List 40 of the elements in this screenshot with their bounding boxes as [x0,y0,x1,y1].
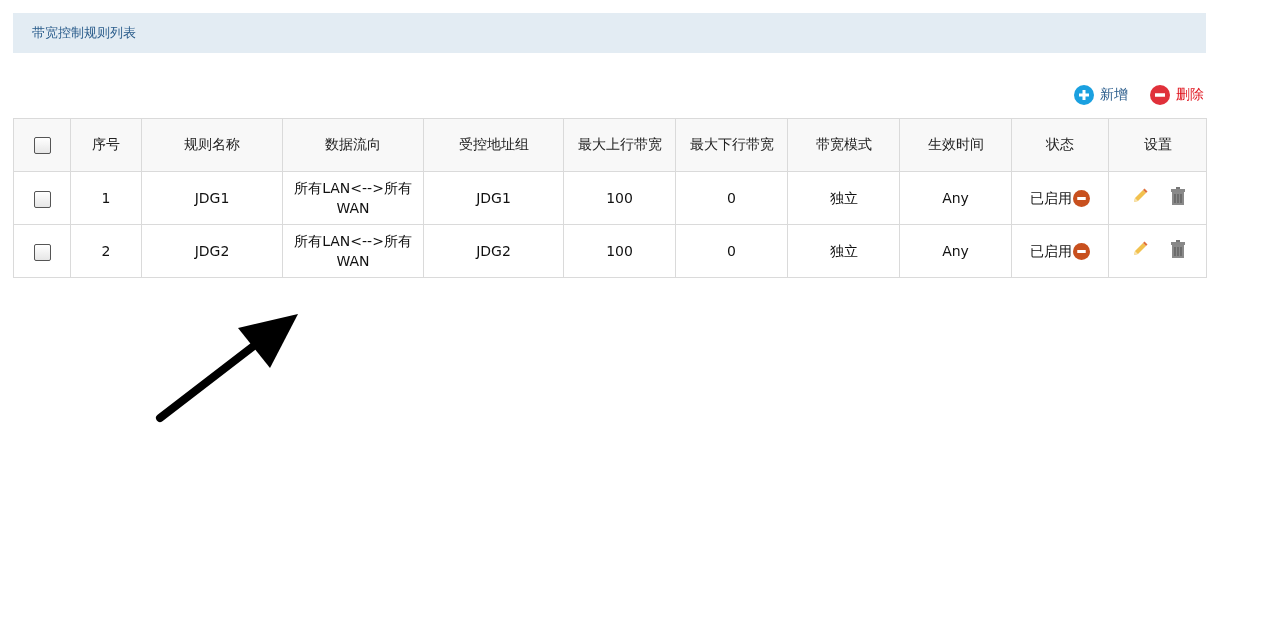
table-cell: JDG1 [423,171,564,225]
trash-icon[interactable] [1170,239,1185,258]
column-header: 带宽模式 [787,118,900,172]
table-cell: JDG2 [423,224,564,278]
minus-circle-icon [1073,242,1090,260]
table-cell: 独立 [787,171,900,225]
plus-circle-icon [1074,85,1094,105]
column-header: 规则名称 [141,118,283,172]
table-cell: JDG2 [141,224,283,278]
column-header: 状态 [1011,118,1109,172]
delete-button[interactable]: 删除 [1150,85,1204,105]
select-all-checkbox[interactable] [33,136,51,154]
status-text: 已启用 [1030,242,1072,261]
table-cell: 所有LAN<-->所有WAN [282,171,424,225]
table-cell: Any [899,224,1012,278]
table-cell: 100 [563,171,676,225]
minus-circle-icon [1150,85,1170,105]
column-header: 最大上行带宽 [563,118,676,172]
table-cell: JDG1 [141,171,283,225]
row-checkbox[interactable] [33,243,51,261]
table-cell: Any [899,171,1012,225]
table-cell: 所有LAN<-->所有WAN [282,224,424,278]
column-header: 设置 [1108,118,1207,172]
status-text: 已启用 [1030,189,1072,208]
panel-title: 带宽控制规则列表 [32,24,136,42]
table-cell: 1 [70,171,142,225]
column-header: 数据流向 [282,118,424,172]
table-cell: 100 [563,224,676,278]
table-cell: 0 [675,224,788,278]
minus-circle-icon [1073,189,1090,207]
add-button[interactable]: 新增 [1074,85,1128,105]
table-cell: 0 [675,171,788,225]
column-header: 最大下行带宽 [675,118,788,172]
table-cell: 2 [70,224,142,278]
table-cell: 独立 [787,224,900,278]
column-header: 生效时间 [899,118,1012,172]
row-checkbox[interactable] [33,190,51,208]
trash-icon[interactable] [1170,186,1185,205]
column-header: 序号 [70,118,142,172]
column-header: 受控地址组 [423,118,564,172]
